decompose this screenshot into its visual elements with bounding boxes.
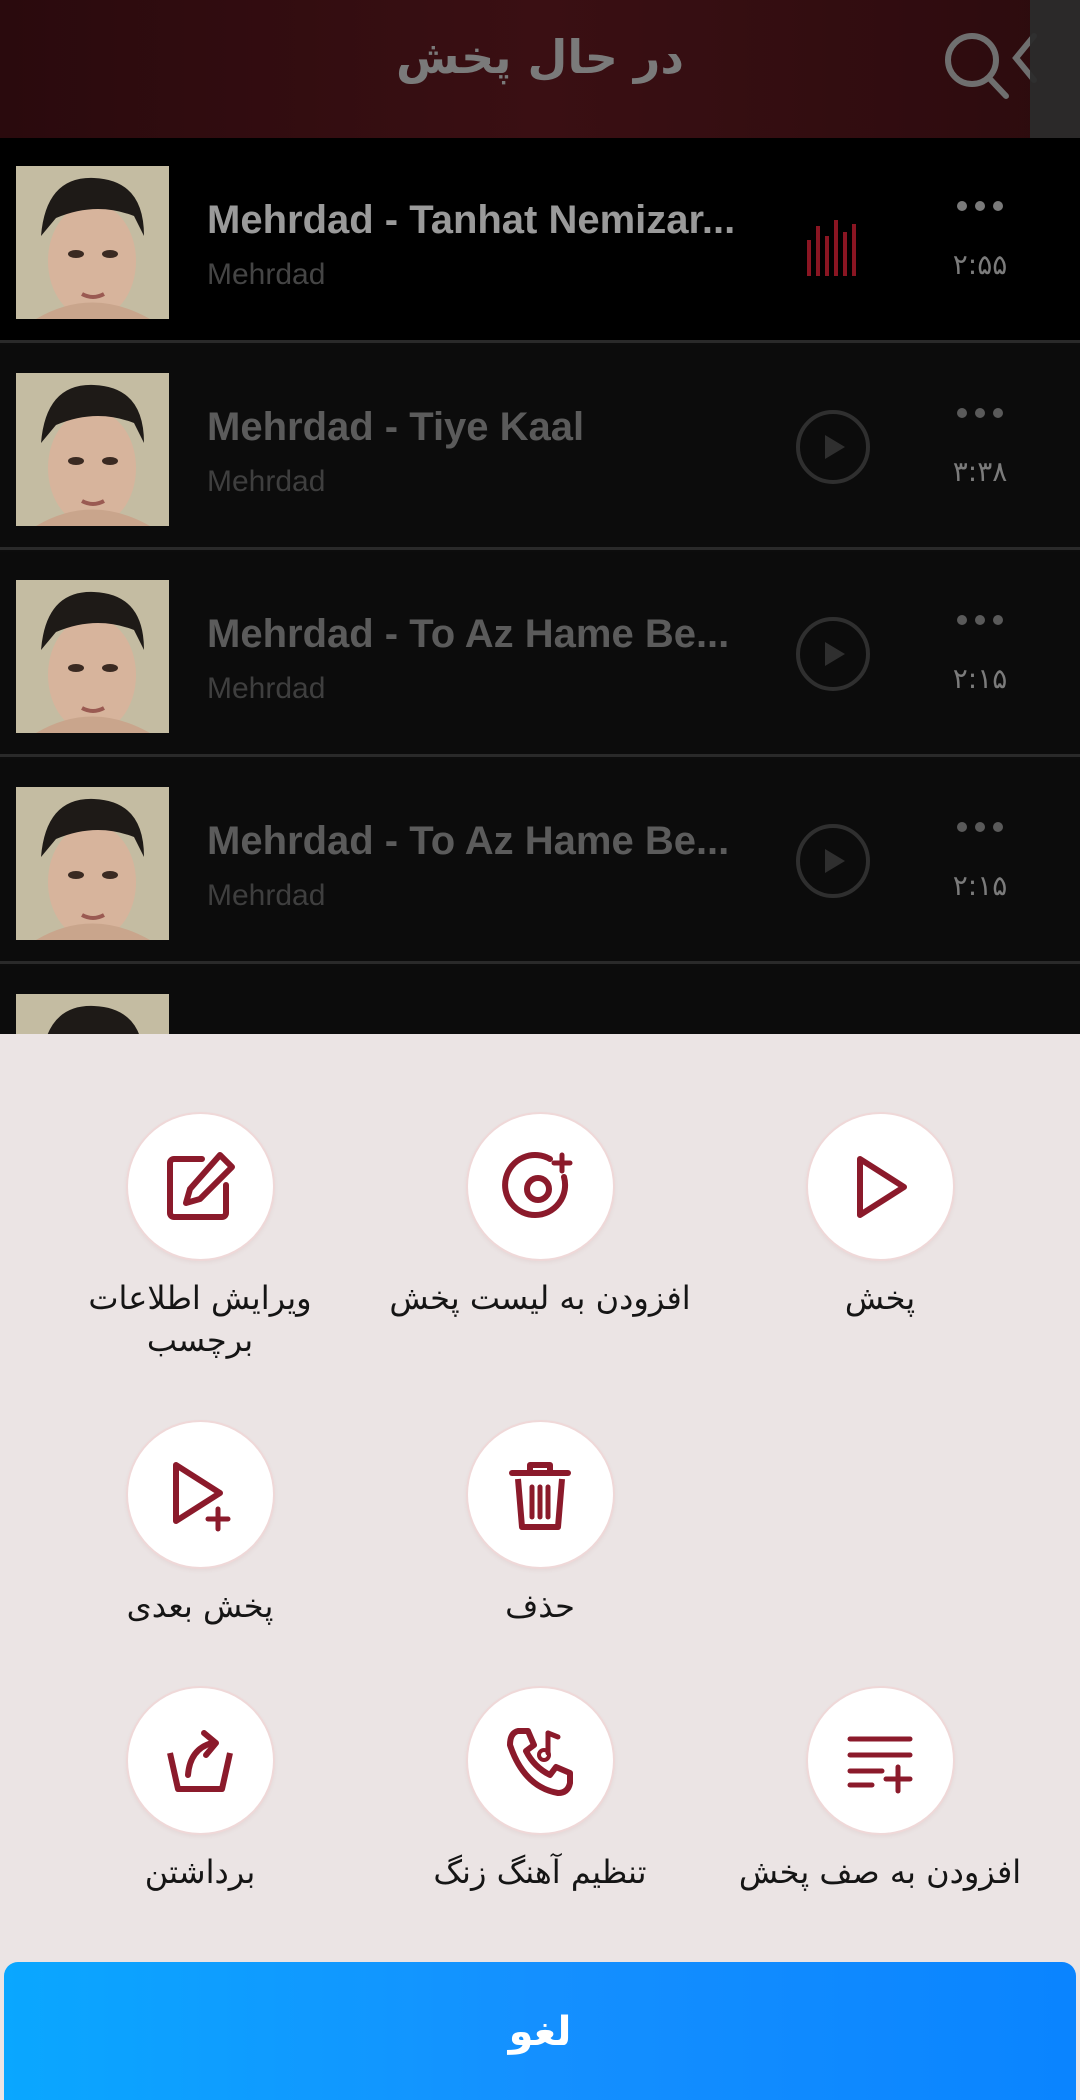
song-row[interactable]: Mehrdad - Tanhat Nemizar... Mehrdad ۲:۵۵ (0, 138, 1080, 343)
song-title: Mehrdad - Tiye Kaal (207, 405, 585, 449)
album-cover (16, 580, 169, 733)
delete-action[interactable]: حذف (370, 1422, 710, 1627)
set-ringtone-label: تنظیم آهنگ زنگ (433, 1853, 647, 1891)
song-title: Mehrdad - To Az Hame Be... (207, 819, 730, 863)
song-artist: Mehrdad (207, 465, 326, 498)
song-row[interactable]: Mehrdad - To Az Hame Be... Mehrdad ۲:۱۵ (0, 552, 1080, 757)
play-icon[interactable] (795, 616, 871, 692)
edit-tag-label-line2: برچسب (146, 1321, 254, 1359)
share-action[interactable]: برداشتن (30, 1688, 370, 1893)
song-artist: Mehrdad (207, 879, 326, 912)
song-title: Mehrdad - Tanhat Nemizar... (207, 198, 736, 242)
add-to-queue-button[interactable] (807, 1688, 953, 1833)
header: در حال پخش (0, 0, 1080, 138)
page-title: در حال پخش (396, 30, 684, 84)
edit-tag-label-line1: ویرایش اطلاعات (88, 1279, 312, 1317)
equalizer-icon (807, 220, 856, 276)
trash-icon (509, 1461, 571, 1530)
play-next-action[interactable]: پخش بعدی (30, 1422, 370, 1627)
cancel-button[interactable]: لغو (4, 1962, 1076, 2100)
song-title: Mehrdad - To Az Hame Be... (207, 612, 730, 656)
more-dots-icon[interactable] (955, 610, 1005, 630)
album-cover (16, 166, 169, 319)
play-next-button[interactable] (127, 1422, 273, 1567)
queue-add-icon (847, 1736, 913, 1793)
action-sheet: ویرایش اطلاعات برچسب افزودن به لیست پخش … (0, 1034, 1080, 2100)
edit-tag-action[interactable]: ویرایش اطلاعات برچسب (30, 1114, 370, 1361)
search-icon[interactable] (940, 28, 1040, 108)
album-cover (16, 373, 169, 526)
delete-label: حذف (505, 1587, 575, 1625)
song-row[interactable]: Mehrdad - To Az Hame Be... Mehrdad ۲:۱۵ (0, 759, 1080, 964)
share-button[interactable] (127, 1688, 273, 1833)
play-action[interactable]: پخش (710, 1114, 1050, 1319)
add-to-queue-action[interactable]: افزودن به صف پخش (710, 1688, 1050, 1893)
play-next-icon (173, 1461, 231, 1531)
song-artist: Mehrdad (207, 258, 326, 291)
more-dots-icon[interactable] (955, 817, 1005, 837)
play-button[interactable] (807, 1114, 953, 1259)
song-duration: ۲:۱۵ (952, 869, 1008, 902)
add-to-playlist-action[interactable]: افزودن به لیست پخش (370, 1114, 710, 1319)
play-icon[interactable] (795, 823, 871, 899)
more-dots-icon[interactable] (955, 403, 1005, 423)
add-to-playlist-label: افزودن به لیست پخش (389, 1279, 691, 1317)
ringtone-icon (507, 1727, 573, 1796)
delete-button[interactable] (467, 1422, 613, 1567)
add-to-queue-label: افزودن به صف پخش (738, 1853, 1022, 1891)
add-to-playlist-button[interactable] (467, 1114, 613, 1259)
album-cover (16, 787, 169, 940)
song-row[interactable]: Mehrdad - Tiye Kaal Mehrdad ۳:۳۸ (0, 345, 1080, 550)
play-icon (857, 1155, 907, 1218)
song-artist: Mehrdad (207, 672, 326, 705)
edit-tag-label: ویرایش اطلاعات برچسب (30, 1277, 370, 1361)
edit-icon (167, 1151, 235, 1220)
play-icon[interactable] (795, 409, 871, 485)
play-next-label: پخش بعدی (126, 1587, 274, 1625)
share-label: برداشتن (144, 1853, 256, 1891)
edit-tag-button[interactable] (127, 1114, 273, 1259)
share-icon (167, 1729, 233, 1792)
song-duration: ۲:۱۵ (952, 662, 1008, 695)
more-dots-icon[interactable] (955, 196, 1005, 216)
play-label: پخش (844, 1279, 916, 1317)
set-ringtone-action[interactable]: تنظیم آهنگ زنگ (370, 1688, 710, 1893)
song-duration: ۳:۳۸ (952, 455, 1008, 488)
song-duration: ۲:۵۵ (952, 248, 1008, 281)
set-ringtone-button[interactable] (467, 1688, 613, 1833)
playlist-add-icon (502, 1151, 573, 1218)
